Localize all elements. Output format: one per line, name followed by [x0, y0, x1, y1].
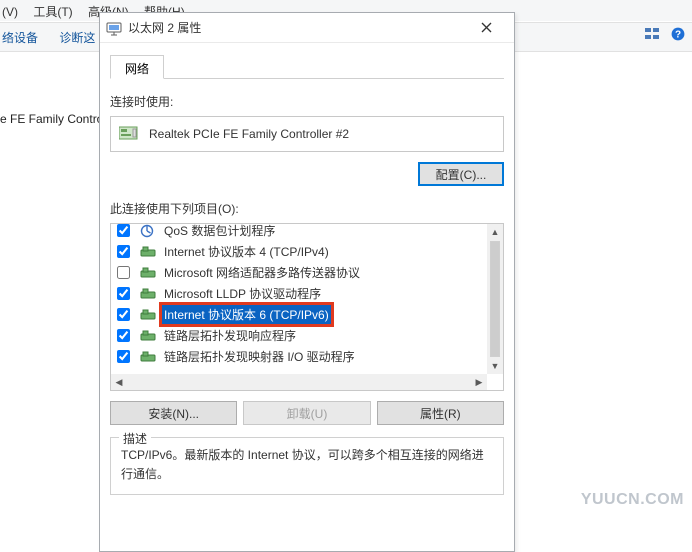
cmd-diagnose[interactable]: 诊断这	[59, 31, 95, 45]
connect-using-label: 连接时使用:	[110, 93, 504, 110]
tab-underline	[110, 78, 504, 79]
dialog-title: 以太网 2 属性	[128, 19, 464, 36]
protocol-icon	[140, 287, 156, 301]
ethernet-properties-dialog: 以太网 2 属性 网络 连接时使用: Realtek PCIe FE Famil…	[99, 12, 515, 552]
vertical-scrollbar[interactable]: ▲ ▼	[487, 224, 503, 374]
list-item[interactable]: 链路层拓扑发现响应程序	[111, 325, 487, 346]
connection-items-list[interactable]: QoS 数据包计划程序 Internet 协议版本 4 (TCP/IPv4) Mic…	[110, 223, 504, 391]
close-button[interactable]	[464, 14, 508, 42]
adapter-name: Realtek PCIe FE Family Controller #2	[149, 127, 349, 141]
description-text: TCP/IPv6。最新版本的 Internet 协议，可以跨多个相互连接的网络进…	[121, 446, 493, 484]
tab-strip: 网络	[110, 55, 504, 79]
list-item[interactable]: QoS 数据包计划程序	[111, 223, 487, 241]
protocol-icon	[140, 350, 156, 364]
parent-view-options: ?	[644, 26, 686, 42]
help-question-icon[interactable]: ?	[670, 26, 686, 42]
scroll-left-arrow-icon[interactable]: ◀	[111, 374, 127, 390]
uninstall-button: 卸载(U)	[243, 401, 370, 425]
list-item[interactable]: Internet 协议版本 4 (TCP/IPv4)	[111, 241, 487, 262]
protocol-icon	[140, 245, 156, 259]
list-item[interactable]: Microsoft 网络适配器多路传送器协议	[111, 262, 487, 283]
list-item[interactable]: Internet 协议版本 6 (TCP/IPv6)	[111, 304, 487, 325]
item-label: QoS 数据包计划程序	[164, 224, 275, 238]
scroll-thumb[interactable]	[490, 241, 500, 357]
item-label: 链路层拓扑发现响应程序	[164, 329, 296, 343]
cmd-disable-device[interactable]: 络设备	[2, 31, 38, 45]
item-checkbox[interactable]	[117, 245, 130, 258]
dialog-titlebar: 以太网 2 属性	[100, 13, 514, 43]
item-checkbox[interactable]	[117, 350, 130, 363]
close-icon	[481, 22, 492, 33]
item-checkbox[interactable]	[117, 329, 130, 342]
scroll-down-arrow-icon[interactable]: ▼	[487, 358, 503, 374]
description-group: 描述 TCP/IPv6。最新版本的 Internet 协议，可以跨多个相互连接的…	[110, 437, 504, 495]
item-label: Microsoft LLDP 协议驱动程序	[164, 287, 321, 301]
item-label: Internet 协议版本 6 (TCP/IPv6)	[164, 308, 329, 322]
protocol-icon	[140, 329, 156, 343]
menu-view[interactable]: (V)	[2, 5, 18, 19]
items-list-label: 此连接使用下列项目(O):	[110, 200, 504, 217]
item-checkbox[interactable]	[117, 308, 130, 321]
protocol-icon	[140, 308, 156, 322]
properties-button[interactable]: 属性(R)	[377, 401, 504, 425]
configure-button[interactable]: 配置(C)...	[418, 162, 504, 186]
menu-tools[interactable]: 工具(T)	[33, 5, 72, 19]
protocol-icon	[140, 266, 156, 280]
item-label: Internet 协议版本 4 (TCP/IPv4)	[164, 245, 329, 259]
scroll-right-arrow-icon[interactable]: ▶	[471, 374, 487, 390]
description-legend: 描述	[119, 430, 151, 447]
scroll-up-arrow-icon[interactable]: ▲	[487, 224, 503, 240]
watermark: YUUCN.COM	[581, 491, 684, 509]
list-item[interactable]: Microsoft LLDP 协议驱动程序	[111, 283, 487, 304]
qos-icon	[140, 224, 156, 238]
install-button[interactable]: 安装(N)...	[110, 401, 237, 425]
horizontal-scrollbar[interactable]: ◀ ▶	[111, 374, 487, 390]
view-options-icon[interactable]	[644, 26, 660, 42]
tab-network[interactable]: 网络	[110, 55, 164, 79]
list-item[interactable]: 链路层拓扑发现映射器 I/O 驱动程序	[111, 346, 487, 367]
ethernet-icon	[106, 20, 122, 36]
svg-text:?: ?	[675, 30, 681, 41]
item-checkbox[interactable]	[117, 287, 130, 300]
item-label: Microsoft 网络适配器多路传送器协议	[164, 266, 360, 280]
item-checkbox[interactable]	[117, 266, 130, 279]
nic-card-icon	[119, 125, 139, 143]
adapter-box: Realtek PCIe FE Family Controller #2	[110, 116, 504, 152]
item-label: 链路层拓扑发现映射器 I/O 驱动程序	[164, 350, 355, 364]
parent-list-item-nic[interactable]: e FE Family Controll	[0, 112, 109, 126]
item-checkbox[interactable]	[117, 224, 130, 237]
